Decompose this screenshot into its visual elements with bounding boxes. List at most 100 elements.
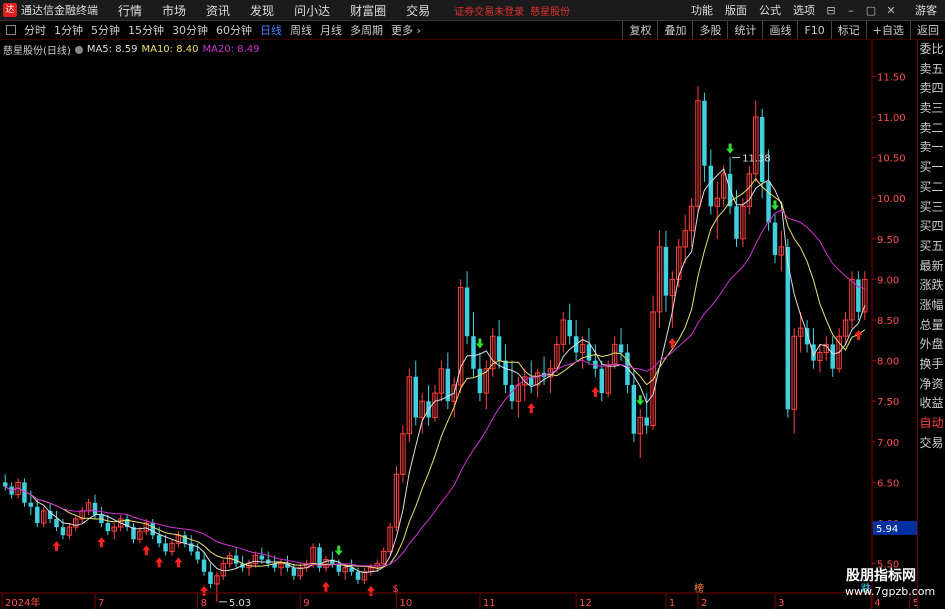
period-daily[interactable]: 日线: [256, 22, 286, 38]
trade-login-status[interactable]: 证券交易未登录: [454, 3, 524, 18]
app-logo-icon: 达: [3, 3, 17, 17]
period-5min[interactable]: 5分钟: [87, 22, 124, 38]
period-60min[interactable]: 60分钟: [212, 22, 256, 38]
candle: [28, 502, 34, 507]
skin-icon[interactable]: ⊟: [821, 4, 841, 17]
tool-draw[interactable]: 画线: [762, 21, 797, 39]
chevron-right-icon: ›: [416, 24, 421, 37]
menu-formula[interactable]: 公式: [753, 2, 787, 18]
guest-user[interactable]: 游客: [915, 2, 937, 18]
watermark-line1: 股朋指标网: [846, 568, 916, 584]
menu-ask[interactable]: 问小达: [284, 2, 340, 19]
y-tick-label: 9.50: [877, 235, 899, 246]
side-item-auto[interactable]: 自动: [918, 414, 945, 434]
side-item-ask3[interactable]: 卖三: [918, 99, 945, 119]
candle: [496, 336, 502, 361]
x-tick-label: 4: [874, 598, 880, 609]
tool-adjust[interactable]: 复权: [622, 21, 657, 39]
side-item-ask5[interactable]: 卖五: [918, 60, 945, 80]
candle: [618, 344, 624, 353]
buy-arrow-icon: [668, 338, 677, 349]
side-item-bid3[interactable]: 买三: [918, 198, 945, 218]
side-item-volume[interactable]: 总量: [918, 316, 945, 336]
candle: [503, 360, 508, 385]
x-tick-label: 3: [778, 598, 784, 609]
period-15min[interactable]: 15分钟: [124, 22, 168, 38]
side-item-wb[interactable]: 委比: [918, 40, 945, 60]
candle: [105, 523, 111, 532]
y-tick-label: 7.50: [877, 397, 899, 408]
sell-arrow-icon: [636, 395, 645, 406]
side-item-outer[interactable]: 外盘: [918, 335, 945, 355]
side-item-ask2[interactable]: 卖二: [918, 119, 945, 139]
candle: [586, 344, 592, 361]
y-tick-label: 11.00: [877, 113, 906, 124]
menu-function[interactable]: 功能: [685, 2, 719, 18]
tool-multi-stock[interactable]: 多股: [692, 21, 727, 39]
side-item-turnover[interactable]: 换手: [918, 355, 945, 375]
candle: [208, 571, 213, 584]
side-panel: 委比 卖五 卖四 卖三 卖二 卖一 买一 买二 买三 买四 买五 最新 涨跌 涨…: [917, 40, 945, 609]
close-icon[interactable]: ✕: [881, 4, 901, 17]
menu-trade[interactable]: 交易: [396, 2, 440, 19]
menu-layout[interactable]: 版面: [719, 2, 753, 18]
event-marker: 榜: [694, 582, 704, 595]
buy-arrow-icon: [366, 585, 375, 596]
y-tick-label: 10.00: [877, 194, 906, 205]
tool-add-watchlist[interactable]: +自选: [865, 21, 910, 39]
settings-dot-icon[interactable]: [74, 45, 83, 54]
side-item-bid4[interactable]: 买四: [918, 217, 945, 237]
menu-discover[interactable]: 发现: [240, 2, 284, 19]
period-30min[interactable]: 30分钟: [168, 22, 212, 38]
tool-f10[interactable]: F10: [797, 21, 830, 39]
period-multi[interactable]: 多周期: [346, 22, 387, 38]
legend-ma10: MA10: 8.40: [141, 44, 199, 55]
x-tick-label: 8: [201, 598, 207, 609]
watermark: 股朋指标网 www.7gpzb.com: [845, 565, 935, 598]
menu-market[interactable]: 市场: [152, 2, 196, 19]
sell-arrow-icon: [726, 143, 735, 154]
y-tick-label: 8.50: [877, 316, 899, 327]
side-item-ask4[interactable]: 卖四: [918, 79, 945, 99]
side-item-eps[interactable]: 收益: [918, 394, 945, 414]
tool-mark[interactable]: 标记: [830, 21, 866, 39]
side-item-last[interactable]: 最新: [918, 257, 945, 277]
menu-options[interactable]: 选项: [787, 2, 821, 18]
period-more[interactable]: 更多 ›: [387, 22, 425, 38]
candle: [631, 384, 637, 434]
tool-stats[interactable]: 统计: [727, 21, 762, 39]
max-price-label: 11.38: [742, 154, 771, 165]
tool-overlay[interactable]: 叠加: [657, 21, 692, 39]
price-axis: 11.50 11.00 10.50 10.00 9.50 9.00 8.50 8.00 7.50…: [871, 40, 917, 609]
candle: [291, 567, 297, 576]
period-intraday[interactable]: 分时: [20, 22, 50, 38]
side-item-bid5[interactable]: 买五: [918, 237, 945, 257]
candle: [477, 368, 483, 394]
period-1min[interactable]: 1分钟: [50, 22, 87, 38]
restore-icon[interactable]: ▢: [861, 4, 881, 17]
menu-wealth[interactable]: 财富圈: [340, 2, 396, 19]
side-item-ask1[interactable]: 卖一: [918, 138, 945, 158]
y-tick-label: 8.00: [877, 357, 899, 368]
side-item-bid1[interactable]: 买一: [918, 158, 945, 178]
menu-news[interactable]: 资讯: [196, 2, 240, 19]
candle: [413, 376, 419, 418]
chart-legend: 慈星股份(日线) MA5: 8.59 MA10: 8.40 MA20: 8.49: [3, 42, 260, 57]
candle: [150, 523, 155, 536]
tool-back[interactable]: 返回: [910, 21, 945, 39]
side-item-bid2[interactable]: 买二: [918, 178, 945, 198]
grid-icon[interactable]: [6, 25, 16, 35]
period-weekly[interactable]: 周线: [286, 22, 316, 38]
period-monthly[interactable]: 月线: [316, 22, 346, 38]
side-item-nav[interactable]: 净资: [918, 375, 945, 395]
buy-arrow-icon: [200, 585, 209, 596]
current-price-label: 5.94: [876, 524, 898, 535]
candle: [92, 502, 98, 515]
side-item-change[interactable]: 涨跌: [918, 276, 945, 296]
candle: [471, 336, 476, 369]
menu-quotes[interactable]: 行情: [108, 2, 152, 19]
minimize-icon[interactable]: –: [841, 4, 861, 17]
kline-chart[interactable]: 11.38 5.03 11.50 11.00 10.50 10.00 9.50 9.00 8.…: [0, 40, 917, 609]
side-item-pct[interactable]: 涨幅: [918, 296, 945, 316]
side-item-trade[interactable]: 交易: [918, 434, 945, 454]
